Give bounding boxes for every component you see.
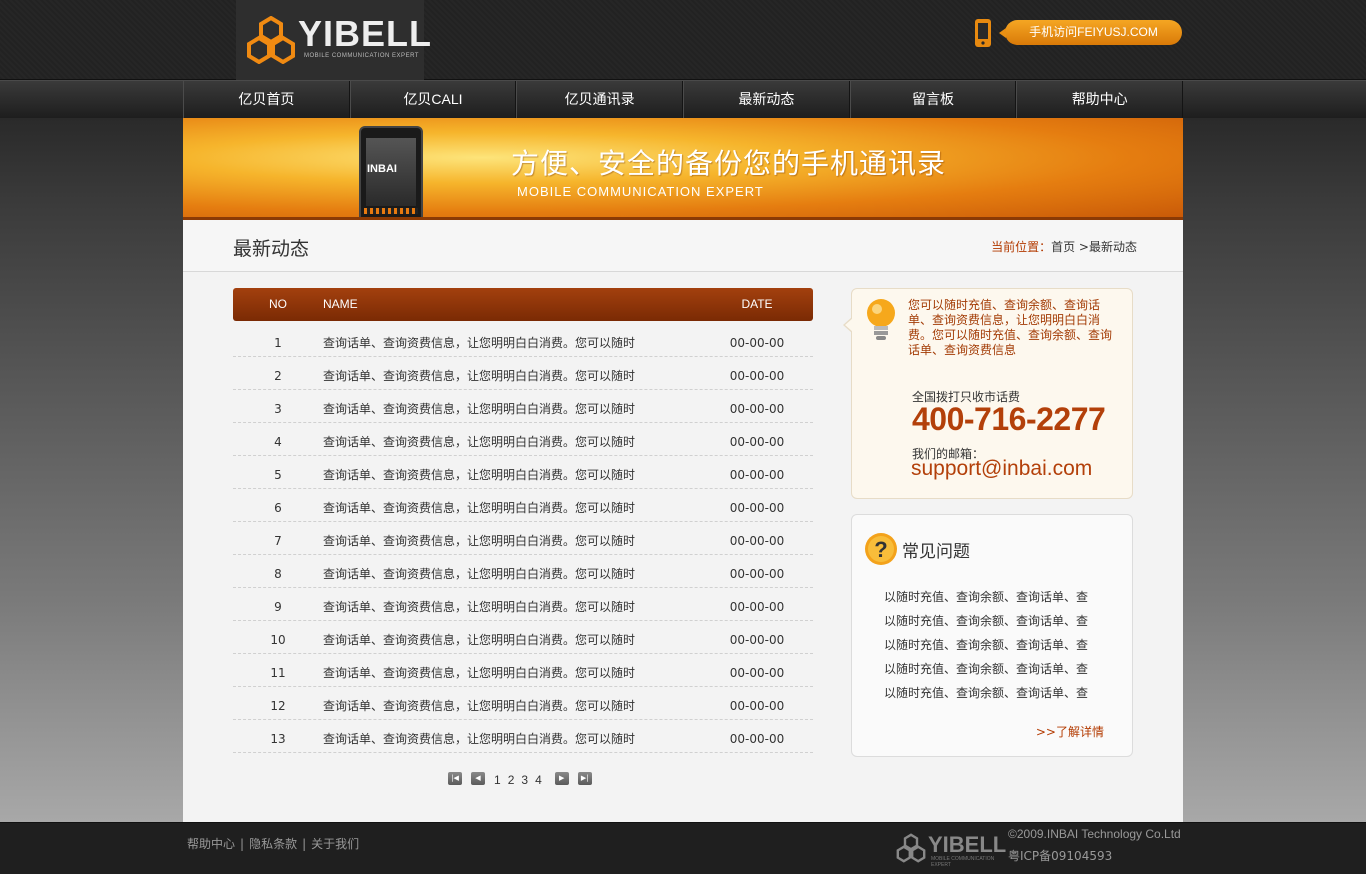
phone-brand-text: INBAI [367,163,397,175]
icp-number: 粤ICP备09104593 [1008,849,1113,863]
footer-link-privacy[interactable]: 隐私条款 [249,837,297,851]
faq-more-link[interactable]: >>了解详情 [1036,723,1104,740]
hero-banner: INBAI 方便、安全的备份您的手机通讯录 MOBILE COMMUNICATI… [183,118,1183,220]
faq-item[interactable]: 以随时充值、查询余额、查询话单、查 [884,633,1088,657]
footer-logo-subtitle: MOBILE COMMUNICATION EXPERT [931,856,995,868]
footer-logo-text: YIBELL [928,832,1007,857]
top-header: YIBELL MOBILE COMMUNICATION EXPERT 手机访问F… [0,0,1366,80]
footer-separator: | [302,837,307,851]
news-table: NO NAME DATE 1 查询话单、查询资费信息，让您明明白白消费。您可以随… [233,288,813,753]
table-row: 11 查询话单、查询资费信息，让您明明白白消费。您可以随时 00-00-00 [233,654,813,687]
table-row: 1 查询话单、查询资费信息，让您明明白白消费。您可以随时 00-00-00 [233,324,813,357]
question-mark-icon: ? [865,533,897,565]
logo-subtitle: MOBILE COMMUNICATION EXPERT [304,53,419,59]
table-row: 7 查询话单、查询资费信息，让您明明白白消费。您可以随时 00-00-00 [233,522,813,555]
table-row: 3 查询话单、查询资费信息，让您明明白白消费。您可以随时 00-00-00 [233,390,813,423]
page-link-4[interactable]: 4 [535,773,542,787]
nav-item-help[interactable]: 帮助中心 [1016,81,1184,119]
nav-item-contacts[interactable]: 亿贝通讯录 [516,81,684,119]
footer: 帮助中心 | 隐私条款 | 关于我们 YIBELL MOBILE COMMUNICATI… [0,822,1366,874]
content-header: 最新动态 当前位置：首页 >最新动态 [183,220,1183,272]
contact-box: 您可以随时充值、查询余额、查询话单、查询资费信息，让您明明白白消费。您可以随时充… [843,288,1133,499]
mobile-phone-icon [975,19,991,47]
hexagon-logo-icon [896,833,926,863]
breadcrumb-home[interactable]: 首页 [1051,240,1075,254]
row-date: 00-00-00 [729,732,785,746]
main-nav: 亿贝首页 亿贝CALI 亿贝通讯录 最新动态 留言板 帮助中心 [0,80,1366,119]
faq-title: 常见问题 [902,542,970,562]
footer-link-about[interactable]: 关于我们 [311,837,359,851]
footer-links: 帮助中心 | 隐私条款 | 关于我们 [187,835,359,852]
faq-item[interactable]: 以随时充值、查询余额、查询话单、查 [884,609,1088,633]
support-email[interactable]: support@inbai.com [911,457,1092,481]
column-header-no: NO [269,297,287,311]
pagination: |◀ ◀ 1 2 3 4 ▶ ▶| [448,770,601,787]
table-row: 12 查询话单、查询资费信息，让您明明白白消费。您可以随时 00-00-00 [233,687,813,720]
table-row: 4 查询话单、查询资费信息，让您明明白白消费。您可以随时 00-00-00 [233,423,813,456]
main-content: 最新动态 当前位置：首页 >最新动态 NO NAME DATE 1 查询话单、查… [183,220,1183,822]
table-row: 13 查询话单、查询资费信息，让您明明白白消费。您可以随时 00-00-00 [233,720,813,753]
banner-subtitle: MOBILE COMMUNICATION EXPERT [517,184,764,199]
table-row: 6 查询话单、查询资费信息，让您明明白白消费。您可以随时 00-00-00 [233,489,813,522]
mobile-access-link[interactable]: 手机访问FEIYUSJ.COM [999,20,1182,45]
contact-description: 您可以随时充值、查询余额、查询话单、查询资费信息，让您明明白白消费。您可以随时充… [908,298,1113,357]
table-header: NO NAME DATE [233,288,813,321]
last-page-icon[interactable]: ▶| [577,771,592,785]
logo-text: YIBELL [298,13,433,54]
column-header-name: NAME [323,297,358,311]
faq-item[interactable]: 以随时充值、查询余额、查询话单、查 [884,657,1088,681]
column-header-date: DATE [741,297,773,311]
footer-separator: | [240,837,245,851]
page-title: 最新动态 [233,238,310,260]
hotline-number: 400-716-2277 [912,401,1106,437]
breadcrumb-separator: > [1075,240,1089,254]
faq-item[interactable]: 以随时充值、查询余额、查询话单、查 [884,585,1088,609]
footer-link-help[interactable]: 帮助中心 [187,837,235,851]
nav-item-cali[interactable]: 亿贝CALI [349,81,517,119]
copyright-text: ©2009.INBAI Technology Co.Ltd [1008,827,1181,841]
next-page-icon[interactable]: ▶ [554,771,569,785]
svg-text:?: ? [874,537,887,562]
table-row: 8 查询话单、查询资费信息，让您明明白白消费。您可以随时 00-00-00 [233,555,813,588]
phone-illustration: INBAI [359,126,423,217]
faq-box: ? 常见问题 以随时充值、查询余额、查询话单、查 以随时充值、查询余额、查询话单… [851,514,1133,757]
nav-item-guestbook[interactable]: 留言板 [849,81,1017,119]
table-row: 2 查询话单、查询资费信息，让您明明白白消费。您可以随时 00-00-00 [233,357,813,390]
hexagon-logo-icon [247,16,295,64]
table-row: 9 查询话单、查询资费信息，让您明明白白消费。您可以随时 00-00-00 [233,588,813,621]
nav-item-news[interactable]: 最新动态 [683,81,850,119]
first-page-icon[interactable]: |◀ [448,771,462,785]
faq-item[interactable]: 以随时充值、查询余额、查询话单、查 [884,681,1088,705]
faq-list: 以随时充值、查询余额、查询话单、查 以随时充值、查询余额、查询话单、查 以随时充… [884,585,1088,705]
page-link-1[interactable]: 1 [494,773,501,787]
row-number: 13 [270,732,286,746]
breadcrumb-current: 最新动态 [1088,240,1137,254]
page-link-2[interactable]: 2 [508,773,515,787]
footer-logo: YIBELL MOBILE COMMUNICATION EXPERT [896,831,1007,868]
prev-page-icon[interactable]: ◀ [471,771,485,785]
table-row: 5 查询话单、查询资费信息，让您明明白白消费。您可以随时 00-00-00 [233,456,813,489]
logo[interactable]: YIBELL MOBILE COMMUNICATION EXPERT [236,0,431,80]
nav-item-home[interactable]: 亿贝首页 [183,81,350,119]
lightbulb-icon [867,299,895,340]
table-row: 10 查询话单、查询资费信息，让您明明白白消费。您可以随时 00-00-00 [233,621,813,654]
row-title-link[interactable]: 查询话单、查询资费信息，让您明明白白消费。您可以随时 [323,720,635,758]
page-link-3[interactable]: 3 [521,773,528,787]
breadcrumb: 当前位置：首页 >最新动态 [991,238,1137,255]
breadcrumb-label: 当前位置： [991,240,1052,254]
banner-title: 方便、安全的备份您的手机通讯录 [511,147,947,180]
